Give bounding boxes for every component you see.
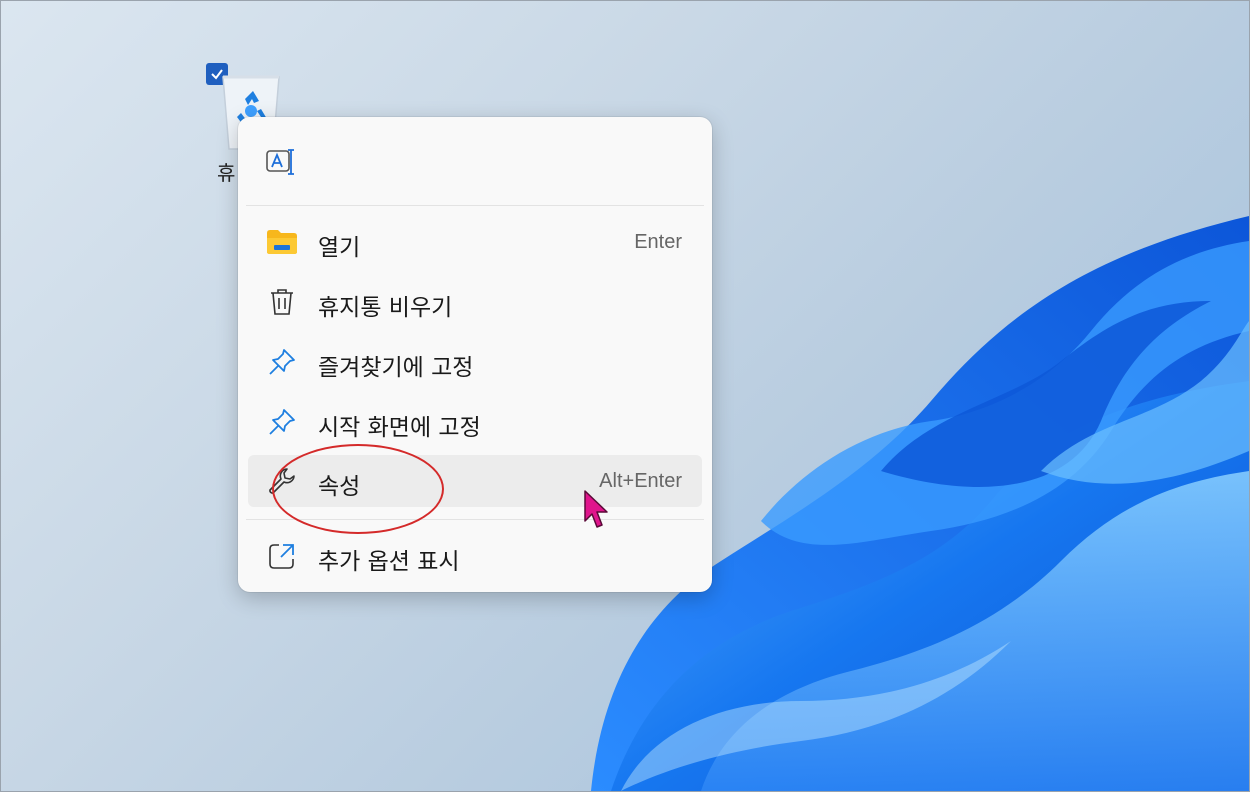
highlight-ellipse [272, 444, 444, 534]
pin-icon [266, 406, 298, 438]
pin-icon [266, 346, 298, 378]
context-menu-quick-actions [238, 117, 712, 205]
menu-item-show-more-options[interactable]: 추가 옵션 표시 [248, 530, 702, 582]
menu-separator [246, 205, 704, 206]
menu-item-pin-to-start[interactable]: 시작 화면에 고정 [248, 396, 702, 448]
menu-item-label: 휴지통 비우기 [318, 295, 453, 321]
menu-item-shortcut: Enter [634, 231, 682, 253]
menu-item-shortcut: Alt+Enter [599, 470, 682, 492]
menu-item-label: 즐겨찾기에 고정 [318, 355, 474, 381]
rename-button[interactable] [260, 143, 304, 181]
menu-item-open[interactable]: 열기 Enter [248, 216, 702, 268]
menu-item-label: 추가 옵션 표시 [318, 549, 460, 575]
recycle-bin-label: 휴 [217, 161, 236, 185]
menu-item-pin-to-favorites[interactable]: 즐겨찾기에 고정 [248, 336, 702, 388]
mouse-cursor-icon [584, 490, 608, 528]
menu-item-empty-recycle-bin[interactable]: 휴지통 비우기 [248, 276, 702, 328]
menu-item-label: 시작 화면에 고정 [318, 415, 481, 441]
folder-icon [266, 226, 298, 258]
menu-item-label: 열기 [318, 235, 361, 261]
rename-icon [266, 149, 294, 175]
share-icon [266, 540, 298, 572]
desktop: 휴 열기 Enter 휴지통 비우기 즐겨찾기에 고정 시작 화면에 고정 속성… [0, 0, 1250, 792]
trash-icon [266, 286, 298, 318]
